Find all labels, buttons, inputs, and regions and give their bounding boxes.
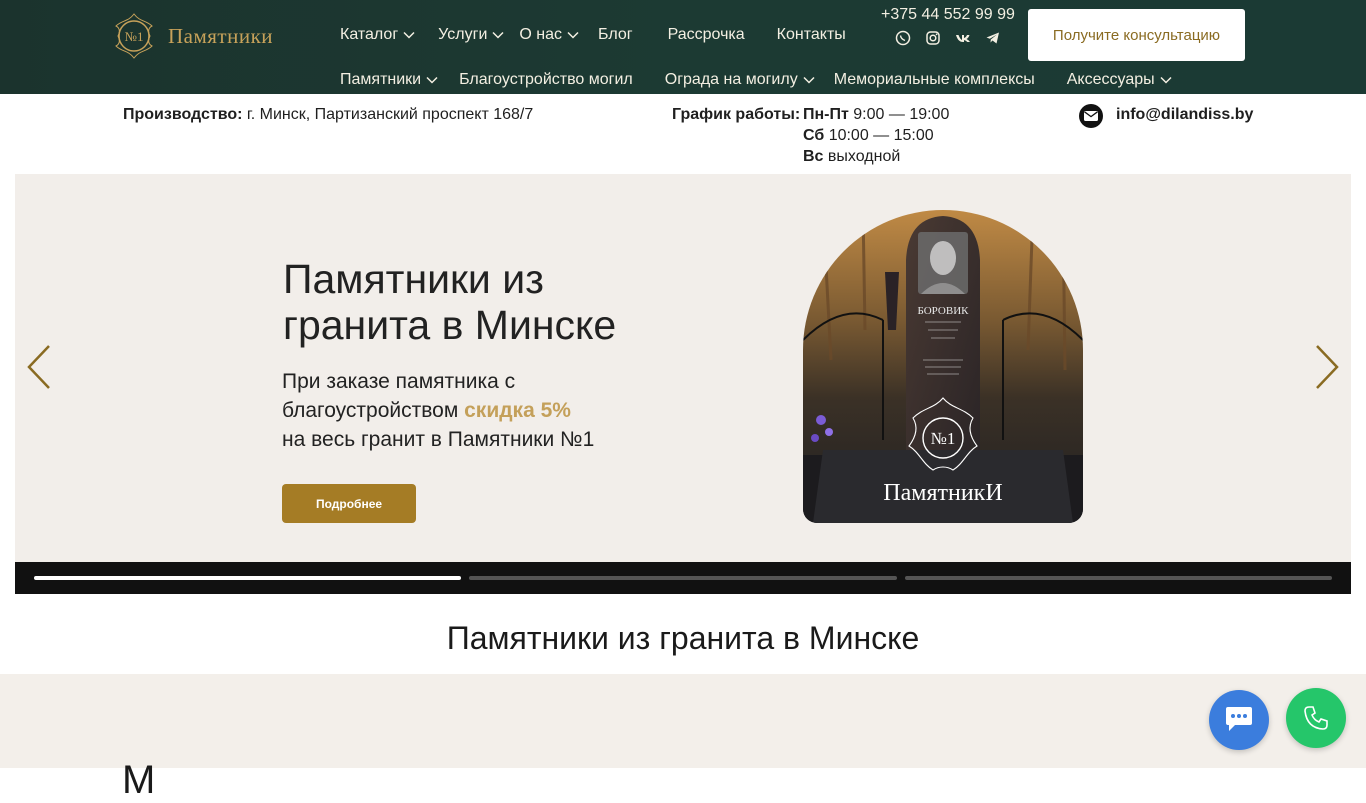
schedule-row: Пн-Пт 9:00 — 19:00	[803, 106, 950, 123]
slider-progress	[15, 562, 1351, 594]
page-heading: Памятники из гранита в Минске	[446, 620, 920, 656]
nav-item-label: Каталог	[340, 26, 399, 43]
section-heading-partial: М	[122, 758, 156, 802]
site-header: №1 Памятники Каталог Услуги О нас Блог Расср…	[0, 0, 1366, 94]
slider-dot-3[interactable]	[904, 576, 1332, 580]
discount-highlight: скидка 5%	[464, 399, 571, 422]
slide-subtitle: При заказе памятника с благоустройством …	[282, 370, 595, 451]
svg-text:ПамятникИ: ПамятникИ	[883, 480, 1002, 506]
hero-slider: Памятники из гранита в Минске При заказе…	[15, 174, 1351, 594]
nav-item-1[interactable]: Памятники	[340, 71, 439, 89]
email-link[interactable]: info@dilandiss.by	[1116, 106, 1253, 124]
svg-text:№1: №1	[931, 429, 956, 448]
nav-item-label: Благоустройство могил	[459, 71, 633, 88]
address-label: Производство:	[123, 106, 243, 123]
viber-icon[interactable]	[895, 30, 911, 46]
slider-dot-2[interactable]	[469, 576, 897, 580]
content-section: М	[0, 674, 1366, 802]
nav-item-label: Блог	[598, 26, 633, 43]
main-nav: Каталог Услуги О нас Блог Рассрочка Контакты	[340, 24, 846, 46]
nav-item-label: Аксессуары	[1066, 71, 1155, 88]
nav-item-2[interactable]: Услуги	[438, 26, 505, 44]
nav-item-4[interactable]: Блог	[598, 26, 633, 44]
slider-dot-1[interactable]	[34, 576, 462, 580]
phone-icon	[1304, 706, 1328, 730]
chevron-down-icon	[566, 28, 580, 42]
nav-item-label: О нас	[519, 26, 562, 43]
catalog-nav: Памятники Благоустройство могил Ограда на …	[340, 69, 1173, 91]
chevron-down-icon	[802, 73, 816, 87]
nav-item-5[interactable]: Рассрочка	[668, 26, 745, 44]
nav-item-3[interactable]: О нас	[519, 26, 580, 44]
chevron-down-icon	[1159, 73, 1173, 87]
slider-next-arrow[interactable]	[1313, 342, 1341, 392]
nav-item-6[interactable]: Контакты	[777, 26, 846, 44]
nav-item-1[interactable]: Каталог	[340, 26, 416, 44]
consultation-button[interactable]: Получите консультацию	[1028, 9, 1245, 61]
chevron-down-icon	[425, 73, 439, 87]
nav-item-label: Контакты	[776, 26, 846, 43]
schedule-row: Вс выходной	[803, 148, 901, 165]
production-address: Производство: г. Минск, Партизанский про…	[123, 104, 533, 125]
chat-button[interactable]	[1209, 690, 1269, 750]
nav-item-label: Услуги	[438, 26, 488, 43]
site-logo[interactable]: №1 Памятники	[108, 9, 273, 63]
more-button[interactable]: Подробнее	[282, 484, 416, 523]
nav-item-label: Ограда на могилу	[664, 71, 798, 88]
nav-item-5[interactable]: Аксессуары	[1067, 71, 1173, 89]
slider-prev-arrow[interactable]	[25, 342, 53, 392]
nav-item-label: Мемориальные комплексы	[833, 71, 1035, 88]
nav-item-2[interactable]: Благоустройство могил	[459, 71, 633, 89]
svg-text:№1: №1	[125, 29, 144, 44]
logo-emblem-icon: №1	[115, 13, 153, 59]
schedule-list: Пн-Пт 9:00 — 19:00 Сб 10:00 — 15:00 Вс в…	[803, 104, 949, 167]
schedule-label: График работы:	[672, 106, 801, 123]
address-value: г. Минск, Партизанский проспект 168/7	[246, 106, 534, 123]
social-links	[895, 30, 1001, 46]
nav-item-label: Памятники	[340, 71, 422, 88]
nav-item-label: Рассрочка	[667, 26, 745, 43]
chat-icon	[1226, 707, 1252, 731]
email-icon	[1079, 104, 1103, 128]
chevron-down-icon	[402, 28, 416, 42]
schedule-row: Сб 10:00 — 15:00	[803, 127, 934, 144]
monument-photo: БОРОВИК №1 ПамятникИ	[803, 210, 1083, 523]
nav-item-3[interactable]: Ограда на могилу	[665, 71, 816, 89]
instagram-icon[interactable]	[925, 30, 941, 46]
call-button[interactable]	[1286, 688, 1346, 748]
svg-text:БОРОВИК: БОРОВИК	[918, 305, 970, 317]
nav-item-4[interactable]: Мемориальные комплексы	[834, 71, 1035, 89]
phone-number[interactable]: +375 44 552 99 99	[881, 6, 1015, 24]
telegram-icon[interactable]	[985, 30, 1001, 46]
chevron-down-icon	[491, 28, 505, 42]
slide-title: Памятники из гранита в Минске	[283, 256, 617, 348]
logo-text: Памятники	[168, 23, 274, 48]
vk-icon[interactable]	[955, 30, 971, 46]
